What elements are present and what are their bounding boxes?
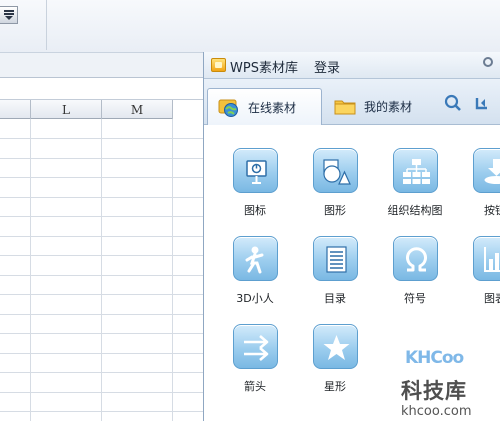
tab-label: 在线素材: [248, 100, 297, 115]
presentation-board-icon: [232, 148, 278, 193]
tab-my-materials[interactable]: 我的素材: [324, 88, 434, 125]
panel-titlebar: WPS素材库 登录: [204, 52, 500, 79]
column-header[interactable]: [0, 100, 31, 119]
download-button-icon: [472, 148, 500, 193]
material-item-buttons[interactable]: 按钮: [455, 148, 500, 218]
pin-icon[interactable]: [483, 57, 493, 67]
site-watermark: KHCoo 科技库 khcoo.com: [397, 348, 500, 421]
watermark-badge: KHCoo: [405, 348, 464, 368]
formula-bar: [0, 53, 210, 78]
org-chart-icon: [392, 148, 438, 193]
align-justify-button[interactable]: [0, 6, 18, 24]
tab-strip: 在线素材 我的素材: [204, 79, 500, 125]
3d-figure-icon: [232, 236, 278, 281]
omega-symbol-icon: [392, 236, 438, 281]
folder-icon: [334, 100, 356, 114]
material-item-charts[interactable]: 图表: [455, 236, 500, 306]
star-icon: [312, 324, 358, 369]
cell-grid[interactable]: [0, 119, 210, 421]
bar-chart-icon: [472, 236, 500, 281]
ribbon-divider: [46, 0, 47, 50]
wps-logo-icon: [211, 58, 226, 72]
list-document-icon: [312, 236, 358, 281]
material-item-toc[interactable]: 目录: [295, 236, 375, 306]
shapes-icon: [312, 148, 358, 193]
column-header-m[interactable]: M: [102, 100, 173, 119]
material-item-3d-figures[interactable]: 3D小人: [215, 236, 295, 306]
globe-folder-icon: [218, 99, 238, 117]
formula-input[interactable]: [0, 78, 210, 100]
material-item-arrows[interactable]: 箭头: [215, 324, 295, 394]
panel-title: WPS素材库: [230, 61, 298, 76]
refresh-icon[interactable]: [473, 94, 491, 112]
login-link[interactable]: 登录: [314, 57, 340, 76]
tab-online-materials[interactable]: 在线素材: [207, 88, 322, 125]
material-item-stars[interactable]: 星形: [295, 324, 375, 394]
tab-label: 我的素材: [364, 100, 413, 114]
column-header-row: L M: [0, 100, 173, 119]
material-item-symbols[interactable]: 符号: [375, 236, 455, 306]
material-item-org-chart[interactable]: 组织结构图: [375, 148, 455, 218]
arrows-icon: [232, 324, 278, 369]
search-icon[interactable]: [444, 94, 462, 112]
watermark-name: 科技库: [401, 379, 467, 403]
material-item-shapes[interactable]: 图形: [295, 148, 375, 218]
material-item-icons[interactable]: 图标: [215, 148, 295, 218]
column-header-l[interactable]: L: [31, 100, 102, 119]
watermark-url: khcoo.com: [401, 404, 472, 419]
ribbon-toolbar: [0, 0, 500, 53]
